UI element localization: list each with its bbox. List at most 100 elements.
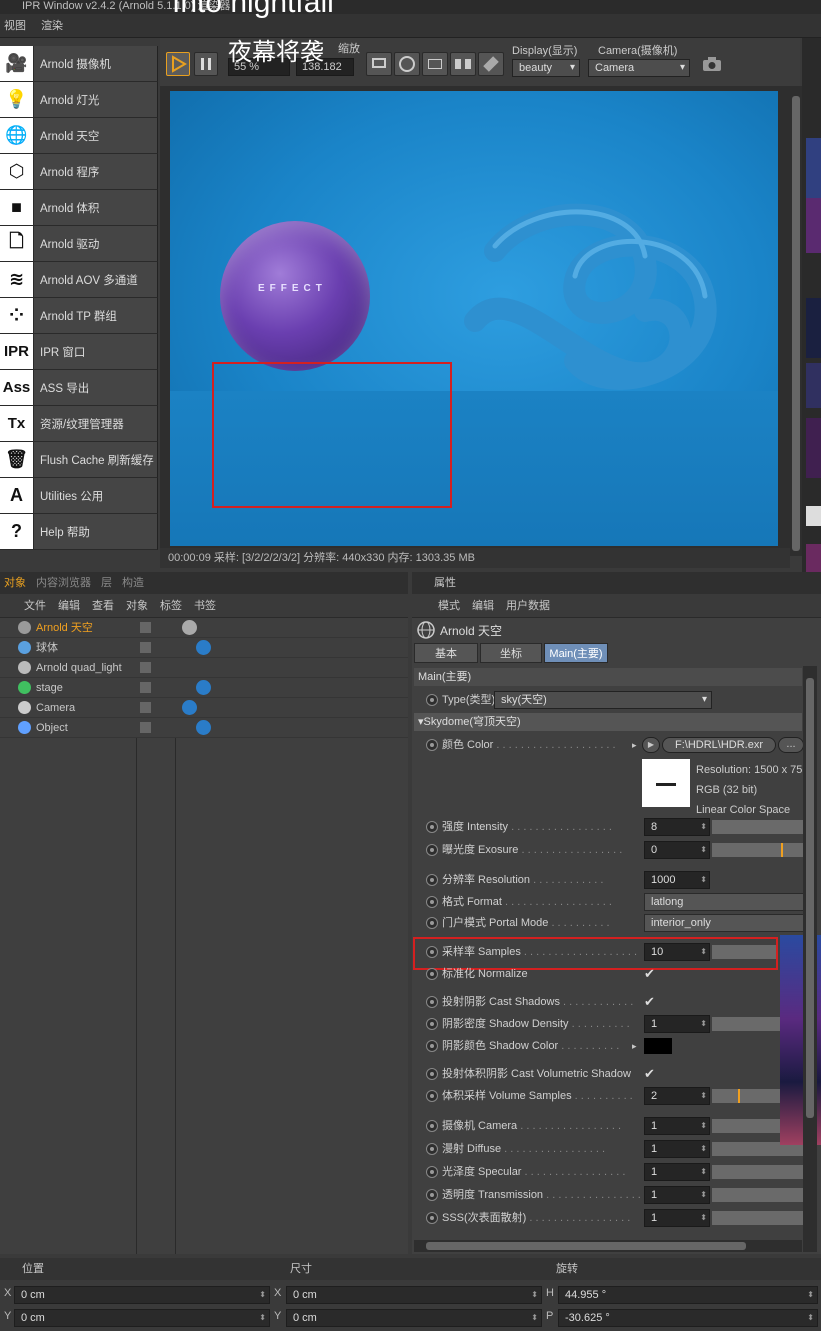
resolution-field[interactable]: 1000	[644, 871, 710, 889]
attr-menu-2[interactable]: 用户数据	[506, 600, 550, 612]
thumb-1[interactable]	[806, 138, 821, 198]
play-button[interactable]	[166, 52, 190, 76]
thumb-4[interactable]	[806, 363, 821, 408]
skydome-section-header[interactable]: ▾Skydome(穹顶天空)	[414, 713, 802, 731]
rot-p-field[interactable]: -30.625 °	[558, 1309, 818, 1327]
menu-view[interactable]: 视图	[4, 20, 26, 32]
object-menu-1[interactable]: 编辑	[58, 600, 80, 612]
tab-basic[interactable]: 基本	[414, 643, 478, 663]
layer-checkbox[interactable]	[140, 622, 151, 633]
cast-vol-checkbox[interactable]: ✔	[644, 1063, 655, 1085]
shadow-density-field[interactable]: 1	[644, 1015, 710, 1033]
object-row[interactable]: 球体	[0, 638, 408, 658]
object-row[interactable]: Arnold quad_light	[0, 658, 408, 678]
visibility-2-field[interactable]: 1	[644, 1163, 710, 1181]
portal-select[interactable]: interior_only	[644, 914, 806, 932]
param-0-field[interactable]: 8	[644, 818, 710, 836]
format-radio[interactable]	[426, 896, 438, 908]
normalize-radio[interactable]	[426, 968, 438, 980]
sidebar-item-4[interactable]: ■ Arnold 体积	[0, 190, 158, 226]
attr-vscroll-thumb[interactable]	[806, 678, 814, 1118]
type-select[interactable]: sky(天空)	[494, 691, 712, 709]
sidebar-item-10[interactable]: Tx 资源/纹理管理器	[0, 406, 158, 442]
region-button[interactable]	[422, 52, 448, 76]
color-file-button[interactable]: F:\HDRL\HDR.exr	[662, 737, 776, 753]
sidebar-item-0[interactable]: 🎥 Arnold 摄像机	[0, 46, 158, 82]
object-row[interactable]: Arnold 天空	[0, 618, 408, 638]
shadow-color-radio[interactable]	[426, 1040, 438, 1052]
visibility-1-radio[interactable]	[426, 1143, 438, 1155]
object-menu-5[interactable]: 书签	[194, 600, 216, 612]
tab-coord[interactable]: 坐标	[480, 643, 542, 663]
material-tag[interactable]	[196, 680, 211, 695]
sidebar-item-12[interactable]: A Utilities 公用	[0, 478, 158, 514]
cast-vol-radio[interactable]	[426, 1068, 438, 1080]
object-row[interactable]: Object	[0, 718, 408, 738]
rot-h-field[interactable]: 44.955 °	[558, 1286, 818, 1304]
vol-samples-radio[interactable]	[426, 1090, 438, 1102]
thumb-5[interactable]	[806, 418, 821, 478]
thumb-2[interactable]	[806, 198, 821, 253]
color-browse-button[interactable]: ...	[778, 737, 804, 753]
display-select[interactable]: beauty	[512, 59, 580, 77]
sidebar-item-7[interactable]: ⁘ Arnold TP 群组	[0, 298, 158, 334]
param-0-radio[interactable]	[426, 821, 438, 833]
portal-radio[interactable]	[426, 917, 438, 929]
attr-hscroll-thumb[interactable]	[426, 1242, 746, 1250]
material-tag[interactable]	[182, 700, 197, 715]
normalize-checkbox[interactable]: ✔	[644, 963, 655, 985]
sidebar-item-1[interactable]: 💡 Arnold 灯光	[0, 82, 158, 118]
cast-shadows-radio[interactable]	[426, 996, 438, 1008]
object-menu-3[interactable]: 对象	[126, 600, 148, 612]
visibility-0-field[interactable]: 1	[644, 1117, 710, 1135]
visibility-4-slider[interactable]	[712, 1211, 804, 1225]
thumb-6[interactable]	[806, 506, 821, 526]
type-radio[interactable]	[426, 694, 438, 706]
vol-samples-slider[interactable]	[712, 1089, 782, 1103]
color-play-button[interactable]: ▶	[642, 737, 660, 753]
pick-button[interactable]	[478, 52, 504, 76]
material-tag[interactable]	[182, 620, 197, 635]
object-row[interactable]: Camera	[0, 698, 408, 718]
sidebar-item-13[interactable]: ? Help 帮助	[0, 514, 158, 550]
object-tab-0[interactable]: 对象	[0, 577, 30, 589]
object-menu-4[interactable]: 标签	[160, 600, 182, 612]
sidebar-item-2[interactable]: 🌐 Arnold 天空	[0, 118, 158, 154]
display-button[interactable]	[366, 52, 392, 76]
sidebar-item-3[interactable]: ⬡ Arnold 程序	[0, 154, 158, 190]
visibility-3-field[interactable]: 1	[644, 1186, 710, 1204]
sidebar-item-6[interactable]: ≋ Arnold AOV 多通道	[0, 262, 158, 298]
menu-render[interactable]: 渲染	[41, 20, 63, 32]
tab-main[interactable]: Main(主要)	[544, 643, 608, 663]
layer-checkbox[interactable]	[140, 682, 151, 693]
visibility-2-radio[interactable]	[426, 1166, 438, 1178]
color-expand-icon[interactable]: ▸	[632, 734, 637, 756]
material-tag[interactable]	[196, 720, 211, 735]
sidebar-item-5[interactable]: 🗋 Arnold 驱动	[0, 226, 158, 262]
visibility-4-radio[interactable]	[426, 1212, 438, 1224]
vol-samples-field[interactable]: 2	[644, 1087, 710, 1105]
attr-vscrollbar[interactable]	[803, 666, 817, 1252]
pos-y-field[interactable]: 0 cm	[14, 1309, 270, 1327]
pos-x-field[interactable]: 0 cm	[14, 1286, 270, 1304]
sidebar-item-8[interactable]: IPR IPR 窗口	[0, 334, 158, 370]
camera-select[interactable]: Camera	[588, 59, 690, 77]
snapshot-button[interactable]	[702, 56, 722, 72]
param-1-slider[interactable]	[712, 843, 804, 857]
size-x-field[interactable]: 0 cm	[286, 1286, 542, 1304]
object-tab-2[interactable]: 层	[97, 577, 116, 589]
viewport-scrollbar[interactable]	[790, 86, 802, 556]
sidebar-item-11[interactable]: 🗑 Flush Cache 刷新缓存	[0, 442, 158, 478]
param-1-radio[interactable]	[426, 844, 438, 856]
visibility-2-slider[interactable]	[712, 1165, 804, 1179]
attr-hscrollbar[interactable]	[414, 1240, 802, 1252]
format-select[interactable]: latlong	[644, 893, 806, 911]
layer-checkbox[interactable]	[140, 642, 151, 653]
shadow-color-swatch[interactable]	[644, 1038, 672, 1054]
layer-checkbox[interactable]	[140, 722, 151, 733]
shadow-color-expand-icon[interactable]: ▸	[632, 1035, 637, 1057]
sidebar-item-9[interactable]: Ass ASS 导出	[0, 370, 158, 406]
visibility-3-radio[interactable]	[426, 1189, 438, 1201]
visibility-3-slider[interactable]	[712, 1188, 804, 1202]
object-tab-3[interactable]: 构造	[118, 577, 148, 589]
